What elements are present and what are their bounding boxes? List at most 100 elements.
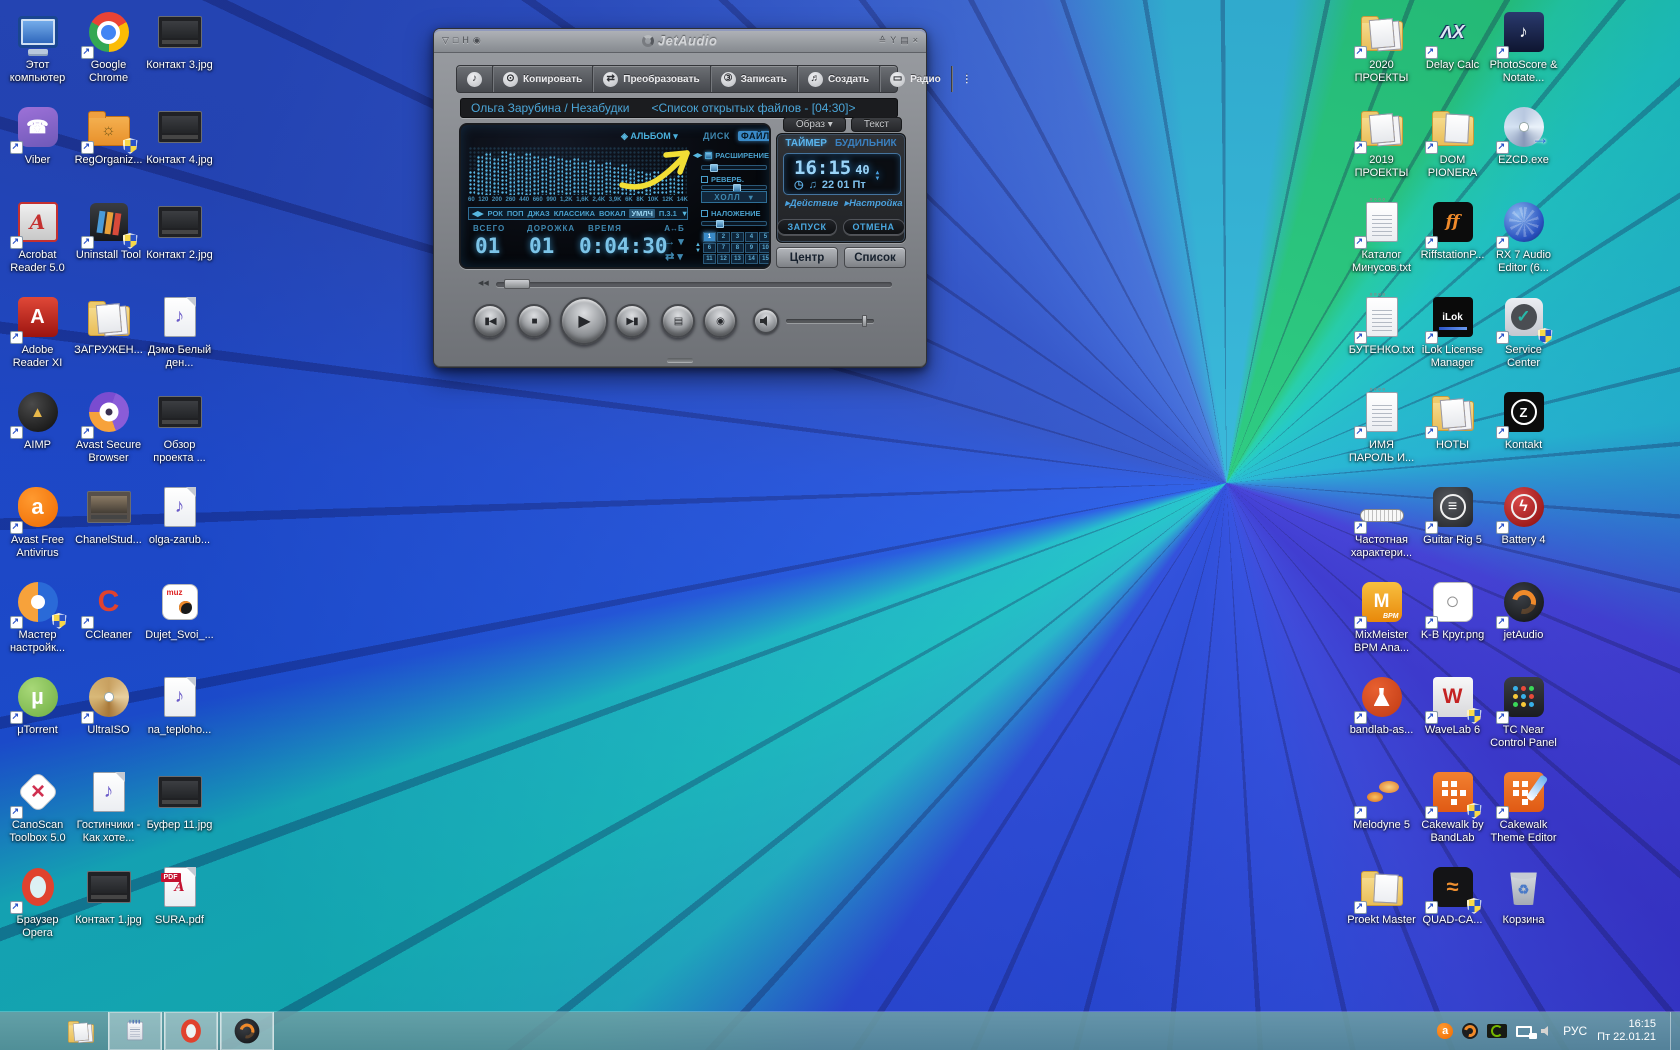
shuffle-mode-icon[interactable]: ⇄ ▾: [665, 250, 683, 263]
preset-prev-next-icon[interactable]: ◀▶: [472, 209, 484, 218]
track-cell[interactable]: 9: [745, 243, 758, 253]
desktop-icon[interactable]: Буфер 11.jpg: [144, 766, 215, 861]
file-tab[interactable]: ФАЙЛ: [738, 131, 771, 141]
desktop-icon[interactable]: AAdobe Reader XI: [2, 291, 73, 386]
desktop-icon[interactable]: ΛXDelay Calc: [1417, 6, 1488, 101]
ab-repeat-button[interactable]: А↔Б: [664, 224, 684, 233]
tray-jetaudio-icon[interactable]: [1462, 1023, 1478, 1039]
language-indicator[interactable]: РУС: [1563, 1024, 1587, 1038]
window-resize-grip[interactable]: [667, 358, 693, 362]
desktop-icon[interactable]: MBPMMixMeister BPM Ana...: [1346, 576, 1417, 671]
desktop-icon[interactable]: ИМЯ ПАРОЛЬ И...: [1346, 386, 1417, 481]
eq-preset[interactable]: УМЛЧ: [629, 209, 654, 218]
toolbar-menu-button[interactable]: ⋮: [951, 66, 982, 92]
desktop-icon[interactable]: Контакт 3.jpg: [144, 6, 215, 101]
desktop-icon[interactable]: ▲AIMP: [2, 386, 73, 481]
desktop-icon[interactable]: jetAudio: [1488, 576, 1559, 671]
mute-button[interactable]: [753, 308, 779, 334]
track-cell[interactable]: 12: [717, 254, 730, 264]
menu-icon[interactable]: ▽: [442, 36, 449, 45]
desktop-icon[interactable]: 2020 ПРОЕКТЫ: [1346, 6, 1417, 101]
play-button[interactable]: ▶: [560, 297, 608, 345]
eq-preset[interactable]: РОК: [488, 209, 503, 218]
desktop-icon[interactable]: ffRiffstationP...: [1417, 196, 1488, 291]
desktop-icon[interactable]: APDFSURA.pdf: [144, 861, 215, 956]
desktop-icon[interactable]: CCCleaner: [73, 576, 144, 671]
desktop-icon[interactable]: Контакт 4.jpg: [144, 101, 215, 196]
track-cell[interactable]: 5: [759, 232, 771, 242]
desktop-icon[interactable]: ♪Дэмо Белый ден...: [144, 291, 215, 386]
desktop-icon[interactable]: ≡Guitar Rig 5: [1417, 481, 1488, 576]
effect-prev-next-icon[interactable]: ◀▶: [693, 152, 702, 159]
equalizer-icon[interactable]: ≙: [879, 36, 887, 45]
desktop-icon[interactable]: ZKontakt: [1488, 386, 1559, 481]
desktop-icon[interactable]: DOM PIONERA: [1417, 101, 1488, 196]
desktop-icon[interactable]: EZCD.exe: [1488, 101, 1559, 196]
minimize-icon[interactable]: □: [453, 36, 458, 45]
eq-preset[interactable]: П.3.1: [659, 209, 677, 218]
action-link[interactable]: ▸Действие: [785, 198, 838, 209]
tray-network-icon[interactable]: [1516, 1026, 1532, 1037]
desktop-icon[interactable]: БУТЕНКО.txt: [1346, 291, 1417, 386]
text-button[interactable]: Текст: [851, 117, 902, 132]
taskbar-jetaudio-button[interactable]: [220, 1012, 274, 1050]
desktop-icon[interactable]: UltraISO: [73, 671, 144, 766]
desktop-icon[interactable]: ϟBattery 4: [1488, 481, 1559, 576]
stop-button[interactable]: ■: [517, 304, 551, 338]
desktop-icon[interactable]: AAcrobat Reader 5.0: [2, 196, 73, 291]
tray-volume-icon[interactable]: [1541, 1026, 1553, 1036]
seek-handle[interactable]: [504, 279, 530, 289]
track-cell[interactable]: 1: [703, 232, 716, 242]
center-button[interactable]: Центр: [776, 247, 838, 268]
desktop-icon[interactable]: RX 7 Audio Editor (6...: [1488, 196, 1559, 291]
tab-timer[interactable]: ТАЙМЕР: [785, 138, 827, 149]
desktop-icon[interactable]: Контакт 2.jpg: [144, 196, 215, 291]
desktop-icon[interactable]: Контакт 1.jpg: [73, 861, 144, 956]
taskbar-start-button[interactable]: [0, 1012, 54, 1050]
eq-preset[interactable]: ВОКАЛ: [599, 209, 625, 218]
track-cell[interactable]: 13: [731, 254, 744, 264]
rewind-icon[interactable]: ◀◀: [478, 279, 489, 287]
desktop-icon[interactable]: Браузер Opera: [2, 861, 73, 956]
radio-button[interactable]: ▭Радио: [879, 66, 951, 92]
open-button[interactable]: ▤: [661, 304, 695, 338]
album-selector[interactable]: ◈ АЛЬБОМ ▾: [621, 131, 678, 142]
preset-dropdown-icon[interactable]: ▼: [681, 209, 688, 218]
desktop-icon[interactable]: Google Chrome: [73, 6, 144, 101]
image-button[interactable]: Образ ▾: [783, 117, 846, 132]
track-cell[interactable]: 11: [703, 254, 716, 264]
eq-preset[interactable]: КЛАССИКА: [554, 209, 595, 218]
desktop-icon[interactable]: TC Near Control Panel: [1488, 671, 1559, 766]
desktop-icon[interactable]: Dujet_Svoi_...: [144, 576, 215, 671]
volume-slider[interactable]: [786, 319, 874, 323]
desktop-icon[interactable]: Avast Secure Browser: [73, 386, 144, 481]
disc-tab[interactable]: ДИСК: [703, 131, 730, 141]
desktop-icon[interactable]: ≈QUAD-CA...: [1417, 861, 1488, 956]
track-cell[interactable]: 14: [745, 254, 758, 264]
taskbar-clock[interactable]: 16:15 Пт 22.01.21: [1597, 1018, 1660, 1044]
taskbar-explorer-button[interactable]: [54, 1012, 108, 1050]
timer-spinner[interactable]: ▲▼: [876, 170, 880, 182]
desktop-icon[interactable]: µμTorrent: [2, 671, 73, 766]
tray-avast-icon[interactable]: a: [1437, 1023, 1453, 1039]
seek-bar[interactable]: [496, 282, 892, 287]
cancel-timer-button[interactable]: ОТМЕНА: [843, 219, 905, 235]
desktop-icon[interactable]: ЗАГРУЖЕН...: [73, 291, 144, 386]
desktop-icon[interactable]: Cakewalk by BandLab: [1417, 766, 1488, 861]
desktop-icon[interactable]: ☼RegOrganiz...: [73, 101, 144, 196]
repeat-mode-icon[interactable]: → ▾: [664, 235, 684, 248]
copy-button[interactable]: ⊙Копировать: [492, 66, 592, 92]
volume-handle[interactable]: [862, 315, 867, 327]
desktop-icon[interactable]: ♪PhotoScore & Notate...: [1488, 6, 1559, 101]
create-button[interactable]: ♬Создать: [797, 66, 879, 92]
notes-button[interactable]: ♪: [457, 66, 492, 92]
desktop-icon[interactable]: Proekt Master: [1346, 861, 1417, 956]
desktop-icon[interactable]: ✓Service Center: [1488, 291, 1559, 386]
settings-link[interactable]: ▸Настройка: [844, 198, 902, 209]
desktop-icon[interactable]: Этот компьютер: [2, 6, 73, 101]
desktop-icon[interactable]: WWaveLab 6: [1417, 671, 1488, 766]
desktop-icon[interactable]: Melodyne 5: [1346, 766, 1417, 861]
track-cell[interactable]: 7: [717, 243, 730, 253]
taskbar-notepad-button[interactable]: [108, 1012, 162, 1050]
track-cell[interactable]: 6: [703, 243, 716, 253]
